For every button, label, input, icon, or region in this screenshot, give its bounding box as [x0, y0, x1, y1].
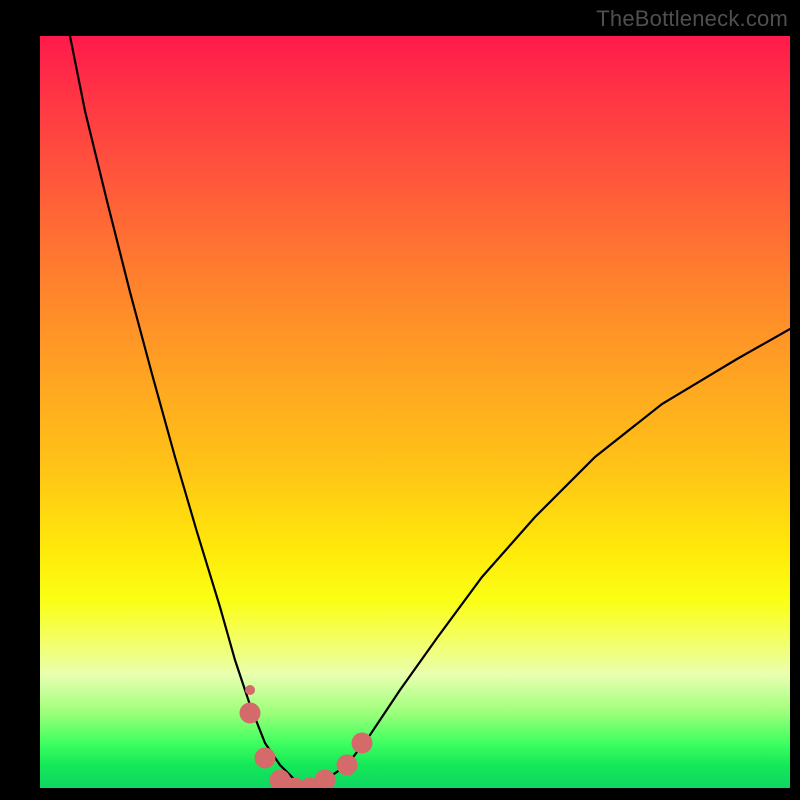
- chart-frame: TheBottleneck.com: [0, 0, 800, 800]
- curve-svg: [40, 36, 790, 788]
- bottleneck-curve: [70, 36, 790, 788]
- small-dot: [245, 685, 255, 695]
- watermark-text: TheBottleneck.com: [596, 6, 788, 32]
- bottom-marker-dots: [240, 703, 372, 788]
- plot-area: [40, 36, 790, 788]
